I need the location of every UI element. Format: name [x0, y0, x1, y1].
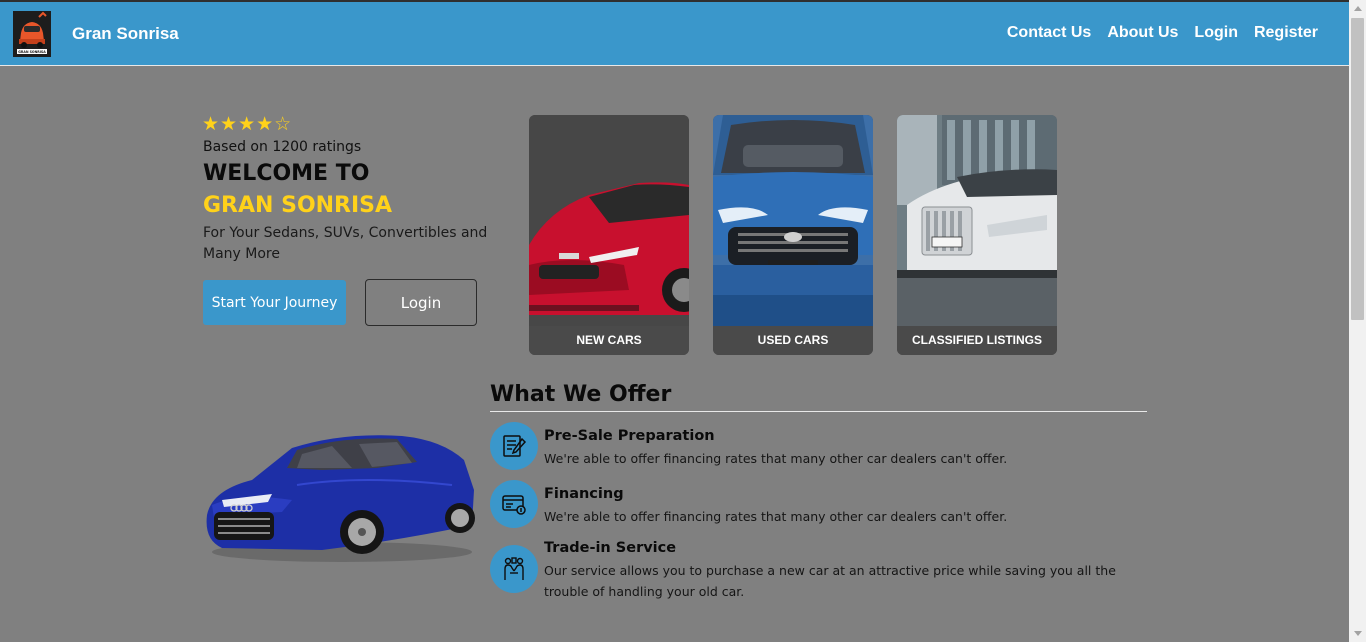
hero-brand-title: GRAN SONRISA [203, 193, 393, 218]
offer-item-description: We're able to offer financing rates that… [544, 451, 1008, 466]
nav-about-us[interactable]: About Us [1107, 24, 1178, 42]
handshake-people-icon [504, 557, 524, 580]
nav-login[interactable]: Login [1194, 24, 1238, 42]
offer-item-title: Trade-in Service [544, 540, 677, 556]
nav-register[interactable]: Register [1254, 24, 1318, 42]
offer-item-description: We're able to offer financing rates that… [544, 509, 1008, 524]
start-journey-button[interactable]: Start Your Journey [203, 280, 346, 325]
scroll-up-arrow-icon[interactable] [1354, 6, 1362, 11]
offer-icon-badge [490, 480, 538, 528]
card-new-cars[interactable]: NEW CARS [529, 115, 689, 355]
payment-card-icon [502, 495, 526, 515]
card-used-cars[interactable]: USED CARS [713, 115, 873, 355]
offer-section-title: What We Offer [490, 382, 672, 407]
hero-tagline: For Your Sedans, SUVs, Convertibles and … [203, 225, 488, 262]
svg-text:GRAN SONRISA: GRAN SONRISA [18, 50, 46, 54]
document-edit-icon [503, 435, 527, 457]
hero-login-button[interactable]: Login [365, 279, 477, 326]
offer-divider [490, 411, 1147, 412]
scroll-thumb[interactable] [1351, 18, 1364, 320]
red-car-image [529, 115, 689, 326]
page-scrollbar[interactable] [1349, 0, 1366, 642]
card-label-used-cars: USED CARS [713, 326, 873, 355]
nav-contact-us[interactable]: Contact Us [1007, 24, 1091, 42]
top-navbar: GRAN SONRISA Gran Sonrisa Contact Us Abo… [0, 2, 1349, 66]
brand-logo[interactable]: GRAN SONRISA [13, 11, 51, 57]
main-nav: Contact Us About Us Login Register [1007, 24, 1318, 42]
offer-item-title: Financing [544, 486, 624, 502]
card-label-new-cars: NEW CARS [529, 326, 689, 355]
rating-count-text: Based on 1200 ratings [203, 139, 362, 155]
card-classified-listings[interactable]: CLASSIFIED LISTINGS [897, 115, 1057, 355]
welcome-heading: WELCOME TO [203, 161, 370, 186]
scroll-down-arrow-icon[interactable] [1354, 631, 1362, 636]
offer-item-description: Our service allows you to purchase a new… [544, 563, 1116, 599]
offer-icon-badge [490, 545, 538, 593]
card-label-classified-listings: CLASSIFIED LISTINGS [897, 326, 1057, 355]
blue-car-image [713, 115, 873, 326]
brand-name[interactable]: Gran Sonrisa [72, 24, 179, 44]
rating-stars: ★★★★☆ [202, 113, 293, 135]
white-car-image [897, 115, 1057, 326]
offer-item-title: Pre-Sale Preparation [544, 428, 715, 444]
featured-blue-sedan-image [206, 435, 475, 562]
offer-icon-badge [490, 422, 538, 470]
